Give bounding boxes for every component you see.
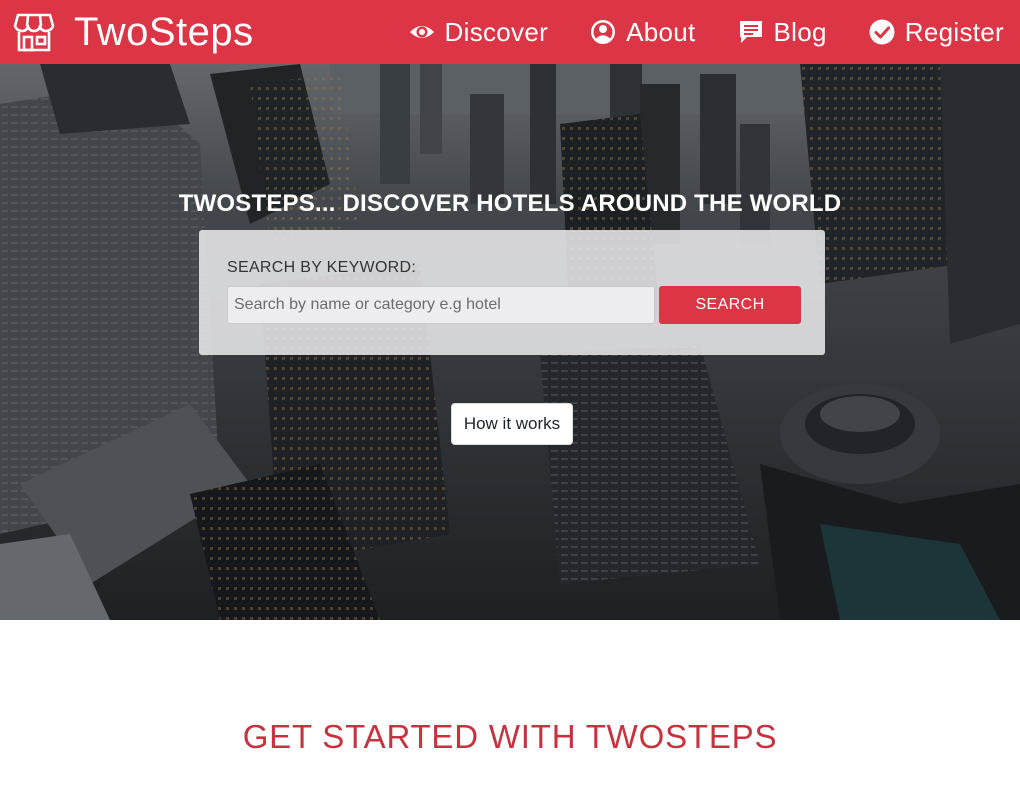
comment-icon <box>738 19 764 45</box>
search-button[interactable]: SEARCH <box>659 286 801 324</box>
store-icon <box>12 10 56 54</box>
check-circle-icon <box>869 19 895 45</box>
search-input[interactable] <box>227 286 655 324</box>
nav-label-blog: Blog <box>773 16 827 47</box>
eye-icon <box>409 19 435 45</box>
hero-section: TWOSTEPS... DISCOVER HOTELS AROUND THE W… <box>0 64 1020 620</box>
nav-item-register[interactable]: Register <box>869 17 1004 48</box>
section-title: GET STARTED WITH TWOSTEPS <box>242 718 778 755</box>
nav-item-blog[interactable]: Blog <box>738 17 827 48</box>
brand[interactable]: TwoSteps <box>12 0 254 64</box>
search-card: SEARCH BY KEYWORD: SEARCH <box>199 230 825 355</box>
nav-item-discover[interactable]: Discover <box>409 17 549 48</box>
hero-title: TWOSTEPS... DISCOVER HOTELS AROUND THE W… <box>178 190 842 217</box>
nav-item-about[interactable]: About <box>590 17 695 48</box>
nav-label-register: Register <box>904 16 1004 47</box>
nav-label-about: About <box>626 16 696 47</box>
nav-label-discover: Discover <box>444 16 549 47</box>
user-circle-icon <box>590 19 616 45</box>
how-it-works-button[interactable]: How it works <box>451 403 573 445</box>
navbar: TwoSteps Discover About Blog Register <box>0 0 1020 64</box>
main-nav: Discover About Blog Register <box>409 0 1004 64</box>
brand-name: TwoSteps <box>74 9 254 54</box>
search-label: SEARCH BY KEYWORD: <box>227 259 417 276</box>
